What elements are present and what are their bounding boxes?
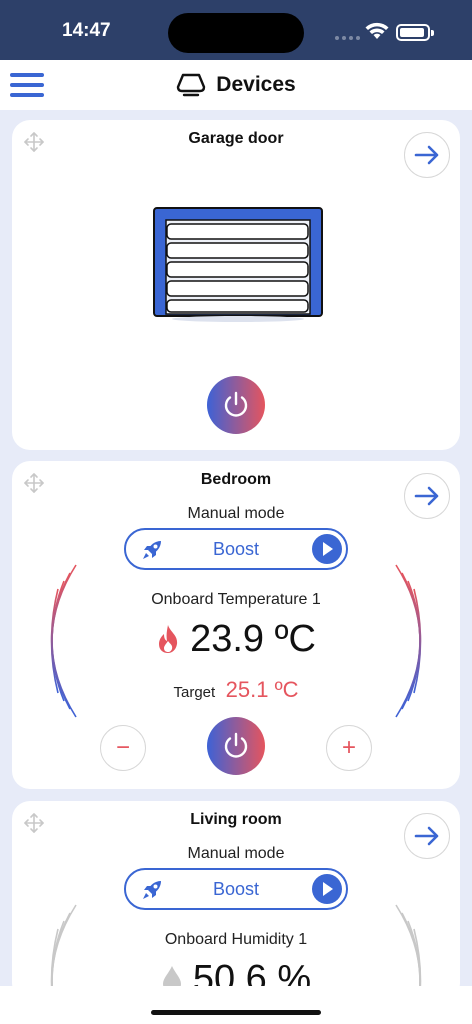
hamburger-menu-button[interactable] bbox=[10, 71, 44, 99]
device-card-garage[interactable]: Garage door bbox=[12, 120, 460, 450]
power-button[interactable] bbox=[207, 717, 265, 775]
battery-icon bbox=[396, 24, 434, 41]
power-icon bbox=[224, 391, 248, 417]
dynamic-island bbox=[168, 13, 304, 53]
target-value: 25.1 ºC bbox=[225, 677, 299, 702]
temperature-value: 23.9 ºC bbox=[190, 617, 316, 660]
device-card-living-room[interactable]: Living room Manual mode Boost Onboard Hu… bbox=[12, 801, 460, 1001]
home-indicator[interactable] bbox=[151, 1010, 321, 1015]
boost-button[interactable]: Boost bbox=[124, 528, 348, 570]
sensor-label: Onboard Humidity 1 bbox=[164, 931, 308, 948]
nav-bar: Devices bbox=[0, 60, 472, 110]
status-time: 14:47 bbox=[62, 20, 111, 41]
mode-label: Manual mode bbox=[187, 505, 285, 522]
target-row: Target 25.1 ºC bbox=[12, 677, 460, 703]
wifi-icon bbox=[365, 22, 389, 39]
power-button[interactable] bbox=[207, 376, 265, 434]
boost-button[interactable]: Boost bbox=[124, 868, 348, 910]
arrow-right-icon bbox=[414, 826, 439, 846]
arrow-right-icon bbox=[414, 486, 439, 506]
sensor-label: Onboard Temperature 1 bbox=[151, 591, 321, 608]
status-bar: 14:47 bbox=[0, 0, 472, 60]
card-title: Garage door bbox=[188, 130, 284, 147]
decrease-target-button[interactable]: − bbox=[100, 725, 146, 771]
page-title: Devices bbox=[216, 73, 296, 96]
cellular-signal-icon bbox=[335, 36, 360, 40]
flame-icon bbox=[159, 625, 178, 653]
card-title: Bedroom bbox=[200, 471, 272, 488]
mode-label: Manual mode bbox=[187, 845, 285, 862]
garage-door-icon bbox=[153, 207, 323, 322]
play-icon bbox=[312, 874, 342, 904]
open-device-button[interactable] bbox=[404, 132, 450, 178]
target-label: Target bbox=[173, 684, 216, 701]
temperature-reading: 23.9 ºC bbox=[12, 615, 460, 663]
device-icon bbox=[177, 73, 206, 97]
card-title: Living room bbox=[190, 811, 282, 828]
power-icon bbox=[224, 732, 248, 758]
play-icon bbox=[312, 534, 342, 564]
device-card-bedroom[interactable]: Bedroom Manual mode Boost Onboard Temper… bbox=[12, 461, 460, 789]
arrow-right-icon bbox=[414, 145, 439, 165]
bottom-bar bbox=[0, 986, 472, 1024]
increase-target-button[interactable]: + bbox=[326, 725, 372, 771]
